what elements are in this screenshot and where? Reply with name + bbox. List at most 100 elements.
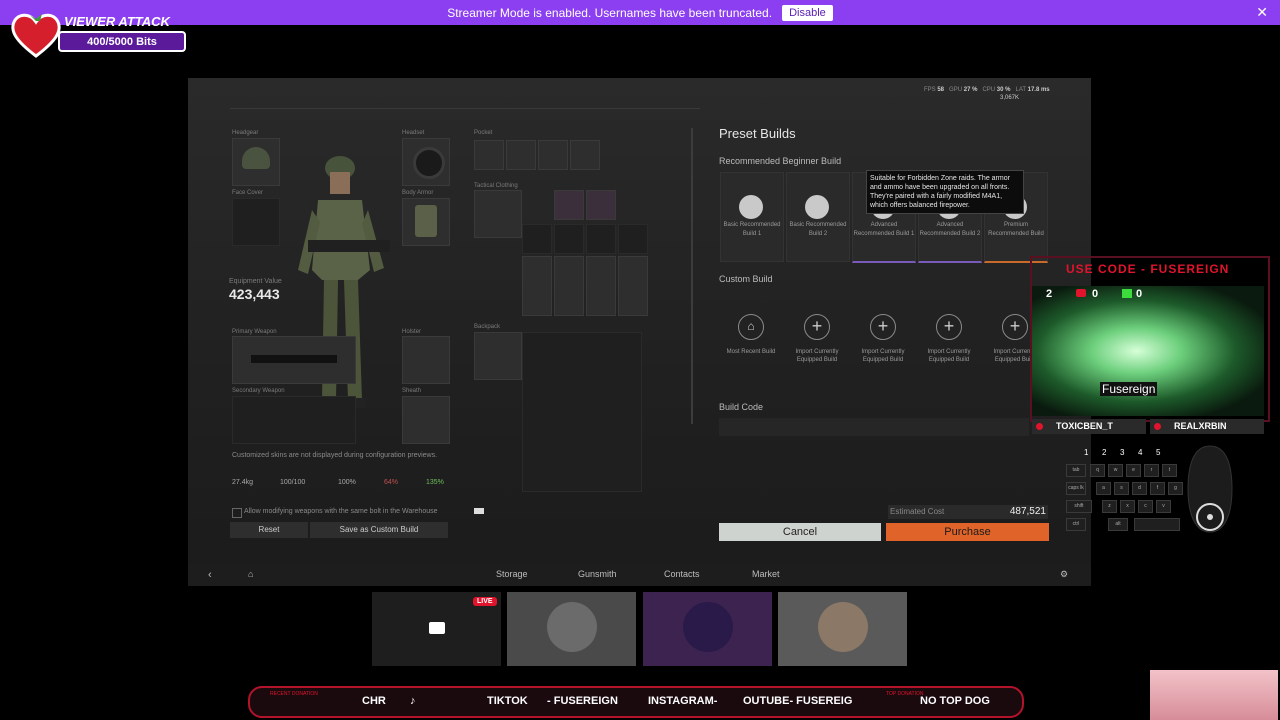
holster-slot[interactable] — [402, 336, 450, 384]
nav-storage[interactable]: Storage — [496, 569, 528, 579]
purchase-button[interactable]: Purchase — [886, 523, 1049, 541]
pocket-slot-4[interactable] — [570, 140, 600, 170]
equipment-value-label: Equipment Value — [229, 278, 282, 285]
tiktok-icon: ♪ — [410, 695, 416, 707]
secondary-weapon-slot[interactable] — [232, 396, 356, 444]
holster-label: Holster — [402, 329, 422, 335]
headset-slot[interactable] — [402, 138, 450, 186]
recent-donation-value: CHR — [362, 695, 386, 707]
import-build-3[interactable]: + Import Currently Equipped Build — [918, 292, 980, 380]
stream-thumbnail-4[interactable] — [778, 592, 907, 666]
rig-slot-8[interactable] — [618, 256, 648, 316]
rig-slot-7[interactable] — [586, 256, 616, 316]
preset-label: Basic Recommended Build 1 — [723, 222, 781, 237]
key-alt: alt — [1108, 518, 1128, 531]
key-tab: tab — [1066, 464, 1086, 477]
key-g: g — [1168, 482, 1183, 495]
rig-slot-6[interactable] — [554, 256, 584, 316]
nav-market[interactable]: Market — [752, 569, 780, 579]
helmet-icon — [242, 147, 270, 169]
key-5: 5 — [1156, 448, 1161, 457]
banner-message: Streamer Mode is enabled. Usernames have… — [447, 5, 773, 20]
rig-slot-1[interactable] — [522, 224, 552, 254]
monitor-icon — [429, 622, 445, 634]
bits-progress: 400/5000 Bits — [58, 31, 186, 52]
cancel-button[interactable]: Cancel — [719, 523, 881, 541]
custom-label: Import Currently Equipped Build — [861, 349, 905, 363]
pocket-slot-1[interactable] — [474, 140, 504, 170]
body-armor-slot[interactable] — [402, 198, 450, 246]
top-donation-label: TOP DONATION — [886, 691, 924, 697]
rifle-icon — [251, 355, 337, 363]
headgear-slot[interactable] — [232, 138, 280, 186]
most-recent-build[interactable]: ⌂ Most Recent Build — [720, 292, 782, 380]
plus-icon: + — [1002, 314, 1028, 340]
avatar-emote — [1150, 670, 1278, 720]
mag-slot-1[interactable] — [554, 190, 584, 220]
rig-slot-3[interactable] — [586, 224, 616, 254]
preset-label: Basic Recommended Build 2 — [789, 222, 847, 237]
plus-icon: + — [804, 314, 830, 340]
stream-thumbnail-1[interactable]: LIVE — [372, 592, 501, 666]
face-cover-slot[interactable] — [232, 198, 280, 246]
key-c: c — [1138, 500, 1153, 513]
back-icon[interactable]: ‹ — [208, 569, 212, 581]
tactical-slot[interactable] — [474, 190, 522, 238]
estimated-cost-label: Estimated Cost — [890, 507, 945, 516]
key-ctrl: ctrl — [1066, 518, 1086, 531]
twitch-count: 2 — [1046, 288, 1053, 300]
nav-contacts[interactable]: Contacts — [664, 569, 700, 579]
viewer-name-left: TOXICBEN_T — [1032, 419, 1146, 434]
build-code-input[interactable] — [719, 418, 1029, 436]
import-build-1[interactable]: + Import Currently Equipped Build — [786, 292, 848, 380]
allow-modify-label: Allow modifying weapons with the same bo… — [244, 508, 438, 515]
reset-button[interactable]: Reset — [230, 522, 308, 538]
disable-button[interactable]: Disable — [782, 4, 833, 21]
face-cover-label: Face Cover — [232, 190, 264, 196]
primary-weapon-slot[interactable] — [232, 336, 356, 384]
allow-modify-toggle[interactable] — [474, 508, 484, 514]
key-2: 2 — [1102, 448, 1107, 457]
key-r: r — [1144, 464, 1159, 477]
ticker-youtube: OUTUBE- FUSEREIG — [743, 695, 853, 707]
credits-value: 3,067K — [1000, 95, 1020, 101]
nav-gunsmith[interactable]: Gunsmith — [578, 569, 617, 579]
key-d: d — [1132, 482, 1147, 495]
plus-icon: + — [936, 314, 962, 340]
rig-slot-2[interactable] — [554, 224, 584, 254]
live-badge: LIVE — [473, 597, 497, 606]
beginner-build-title: Recommended Beginner Build — [719, 156, 842, 166]
rig-slot-5[interactable] — [522, 256, 552, 316]
key-shift: shift — [1066, 500, 1092, 513]
primary-weapon-label: Primary Weapon — [232, 329, 277, 335]
key-a: a — [1096, 482, 1111, 495]
mag-slot-2[interactable] — [586, 190, 616, 220]
tactical-clothing-label: Tactical Clothing — [474, 183, 518, 189]
headgear-label: Headgear — [232, 130, 259, 136]
backpack-grid[interactable] — [522, 332, 642, 492]
pocket-slot-3[interactable] — [538, 140, 568, 170]
preset-builds-title: Preset Builds — [719, 126, 796, 141]
save-custom-build-button[interactable]: Save as Custom Build — [310, 522, 448, 538]
import-build-2[interactable]: + Import Currently Equipped Build — [852, 292, 914, 380]
backpack-slot[interactable] — [474, 332, 522, 380]
settings-gear-icon[interactable]: ⚙ — [1060, 569, 1068, 580]
preset-build-basic-1[interactable]: Basic Recommended Build 1 — [720, 172, 784, 262]
rig-slot-4[interactable] — [618, 224, 648, 254]
stream-thumbnail-2[interactable] — [507, 592, 636, 666]
perf-stats: FPS 58 GPU 27 % CPU 30 % LAT 17.8 ms — [924, 87, 1050, 93]
skin-notice: Customized skins are not displayed durin… — [232, 452, 438, 459]
stream-thumbnail-3[interactable] — [643, 592, 772, 666]
close-icon[interactable]: ✕ — [1256, 4, 1268, 21]
heat-stat: 64% — [384, 479, 399, 486]
sheath-slot[interactable] — [402, 396, 450, 444]
preset-build-basic-2[interactable]: Basic Recommended Build 2 — [786, 172, 850, 262]
equipment-value: 423,443 — [229, 286, 280, 302]
home-icon[interactable]: ⌂ — [248, 569, 253, 579]
key-z: z — [1102, 500, 1117, 513]
viewer-attack-title: VIEWER ATTACK — [64, 14, 170, 29]
allow-modify-checkbox[interactable] — [232, 508, 242, 518]
panel-divider — [691, 128, 693, 424]
pocket-slot-2[interactable] — [506, 140, 536, 170]
key-1: 1 — [1084, 448, 1089, 457]
